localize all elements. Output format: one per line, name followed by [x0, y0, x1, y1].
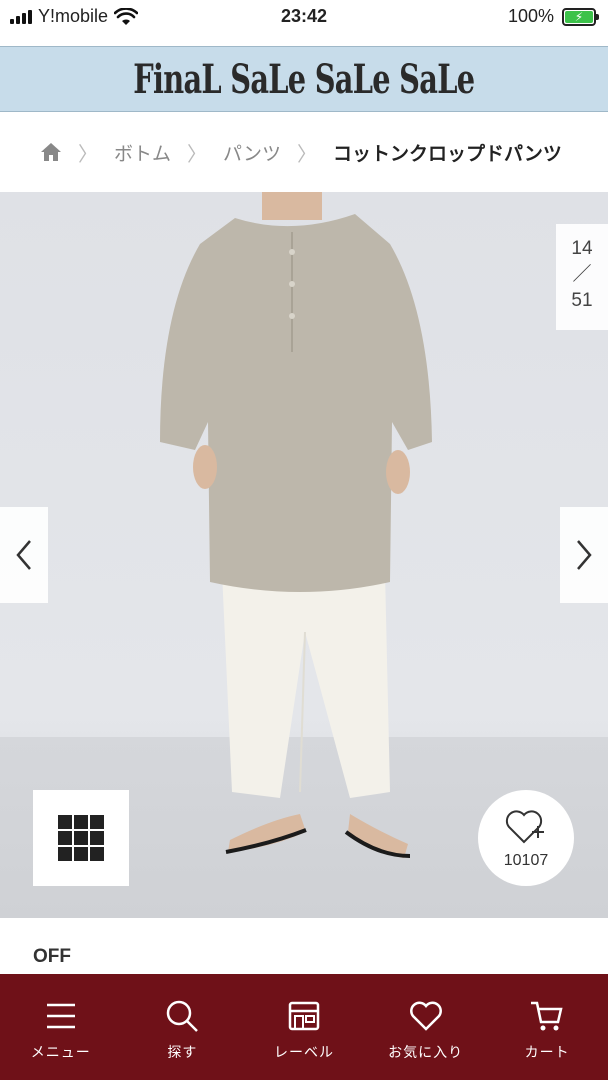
grid-icon	[58, 815, 72, 829]
sale-banner[interactable]: FinaL SaLe SaLe SaLe	[0, 46, 608, 112]
nav-cart[interactable]: カート	[486, 974, 608, 1080]
image-counter: 14 ／ 51	[556, 224, 608, 330]
bottom-nav: メニュー 探す レーベル お気に入り カート	[0, 974, 608, 1080]
heart-plus-icon	[505, 810, 544, 844]
favorite-count: 10107	[503, 852, 549, 869]
cart-icon	[531, 1001, 563, 1031]
image-counter-total: 51	[571, 290, 593, 311]
breadcrumb-current: コットンクロップドパンツ	[332, 143, 562, 165]
nav-menu-label: メニュー	[30, 1044, 91, 1060]
product-image[interactable]: 14 ／ 51 10107	[0, 192, 608, 918]
chevron-right-icon: 〉	[296, 143, 317, 166]
image-counter-separator: ／	[572, 264, 592, 285]
image-counter-current: 14	[571, 238, 593, 259]
nav-favorites[interactable]: お気に入り	[365, 974, 487, 1080]
search-icon	[167, 1000, 199, 1032]
battery-icon: ⚡	[562, 7, 599, 26]
nav-cart-label: カート	[524, 1044, 570, 1060]
status-bar: Y!mobile 23:42 100% ⚡	[0, 0, 608, 46]
shop-icon	[288, 1001, 320, 1031]
chevron-left-icon	[16, 540, 31, 570]
chevron-right-icon	[577, 540, 592, 570]
favorite-button[interactable]: 10107	[478, 790, 574, 886]
chevron-right-icon: 〉	[187, 143, 208, 166]
sale-banner-text: FinaL SaLe SaLe SaLe	[133, 55, 475, 103]
breadcrumb: 〉 ボトム 〉 パンツ 〉 コットンクロップドパンツ	[0, 112, 608, 192]
nav-menu[interactable]: メニュー	[0, 974, 122, 1080]
thumbnail-grid-button[interactable]	[33, 790, 129, 886]
heart-icon	[409, 1001, 442, 1031]
off-label: OFF	[33, 946, 71, 967]
breadcrumb-link-bottoms[interactable]: ボトム	[114, 139, 171, 166]
nav-favorites-label: お気に入り	[388, 1044, 464, 1060]
next-image-button[interactable]	[560, 507, 608, 603]
nav-search[interactable]: 探す	[122, 974, 244, 1080]
nav-search-label: 探す	[167, 1044, 198, 1060]
home-icon[interactable]	[40, 142, 62, 162]
menu-icon	[46, 1003, 75, 1029]
chevron-right-icon: 〉	[78, 143, 98, 166]
nav-label-label: レーベル	[273, 1044, 334, 1060]
battery-group: 100% ⚡	[507, 6, 599, 27]
previous-image-button[interactable]	[0, 507, 48, 603]
breadcrumb-link-pants[interactable]: パンツ	[223, 139, 281, 166]
battery-percent: 100%	[507, 6, 554, 26]
nav-label[interactable]: レーベル	[243, 974, 365, 1080]
